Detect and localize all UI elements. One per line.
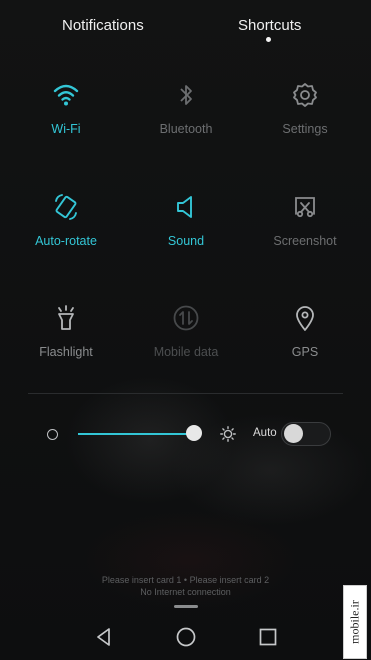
drag-handle[interactable]	[174, 605, 198, 608]
tab-notifications[interactable]: Notifications	[62, 17, 144, 34]
gps-label: GPS	[291, 345, 319, 359]
sound-icon	[177, 196, 192, 218]
network-status-text: No Internet connection	[140, 587, 231, 597]
bluetooth-tile[interactable]: Bluetooth	[126, 80, 246, 170]
brightness-row: Auto	[0, 415, 371, 455]
mobile-data-tile[interactable]: Mobile data	[126, 303, 246, 393]
status-text: Please insert card 1 • Please insert car…	[0, 574, 371, 598]
screenshot-label: Screenshot	[273, 234, 337, 248]
home-icon[interactable]	[175, 626, 197, 648]
brightness-slider-track[interactable]	[78, 433, 194, 435]
auto-brightness-label: Auto	[253, 427, 277, 439]
mobile-data-label: Mobile data	[153, 345, 219, 359]
brightness-high-icon	[220, 426, 236, 442]
sound-tile[interactable]: Sound	[126, 192, 246, 282]
watermark-text: mobile.ir	[347, 600, 362, 644]
bluetooth-label: Bluetooth	[159, 122, 213, 136]
back-icon[interactable]	[93, 626, 115, 648]
auto-rotate-tile[interactable]: Auto-rotate	[6, 192, 126, 282]
sim-status-text: Please insert card 1 • Please insert car…	[101, 575, 270, 585]
wifi-label: Wi-Fi	[51, 122, 81, 136]
recents-icon[interactable]	[257, 626, 279, 648]
gps-tile[interactable]: GPS	[245, 303, 365, 393]
tab-shortcuts[interactable]: Shortcuts	[238, 17, 301, 34]
brightness-slider-thumb[interactable]	[186, 425, 202, 441]
divider	[28, 393, 343, 394]
watermark-logo: mobile.ir	[343, 585, 367, 659]
active-tab-indicator	[266, 37, 271, 42]
screenshot-icon	[295, 197, 315, 218]
toggle-knob	[284, 424, 303, 443]
settings-label: Settings	[282, 122, 328, 136]
brightness-low-icon	[47, 429, 58, 440]
settings-tile[interactable]: Settings	[245, 80, 365, 170]
navigation-bar	[0, 614, 371, 660]
wifi-icon	[53, 84, 79, 106]
tab-bar: Notifications Shortcuts	[0, 0, 371, 50]
gps-icon	[296, 306, 314, 331]
flashlight-tile[interactable]: Flashlight	[6, 303, 126, 393]
settings-icon	[293, 83, 317, 107]
mobile-data-icon	[173, 305, 199, 331]
wifi-tile[interactable]: Wi-Fi	[6, 80, 126, 170]
screenshot-tile[interactable]: Screenshot	[245, 192, 365, 282]
sound-label: Sound	[167, 234, 205, 248]
auto-brightness-toggle[interactable]	[281, 422, 331, 446]
auto-rotate-icon	[55, 194, 77, 220]
flashlight-icon	[58, 305, 74, 330]
bluetooth-icon	[180, 85, 192, 105]
auto-rotate-label: Auto-rotate	[35, 234, 97, 248]
flashlight-label: Flashlight	[39, 345, 93, 359]
